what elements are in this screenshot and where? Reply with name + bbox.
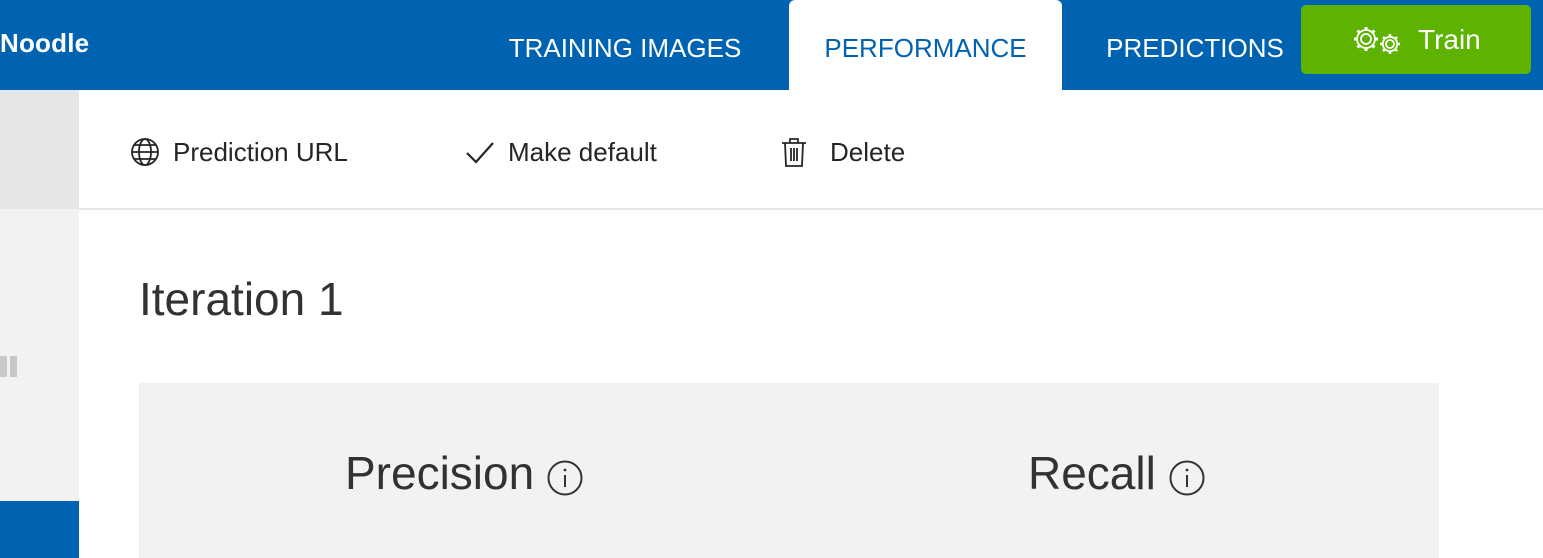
info-icon[interactable] [1168, 459, 1206, 497]
train-button-label: Train [1418, 24, 1481, 55]
checkmark-icon [466, 142, 494, 164]
info-icon[interactable] [546, 459, 584, 497]
toolbar-divider [79, 208, 1543, 210]
metrics-panel [139, 383, 1439, 558]
left-rail-selected-item[interactable] [0, 501, 79, 558]
train-button[interactable]: Train [1301, 5, 1531, 74]
top-navigation-bar: Noodle TRAINING IMAGES PERFORMANCE PREDI… [0, 0, 1543, 90]
make-default-button[interactable]: Make default [464, 132, 657, 172]
precision-label: Precision [345, 447, 535, 499]
make-default-label: Make default [508, 136, 657, 167]
delete-label: Delete [830, 136, 906, 167]
prediction-url-label: Prediction URL [173, 136, 348, 167]
project-name: Noodle [0, 28, 90, 58]
collapse-handle-icon[interactable] [0, 356, 20, 377]
tab-training-images[interactable]: TRAINING IMAGES [500, 0, 750, 90]
tab-predictions[interactable]: PREDICTIONS [1100, 0, 1290, 90]
delete-button[interactable]: Delete [778, 132, 905, 172]
trash-icon [782, 138, 806, 167]
recall-label: Recall [1028, 447, 1156, 499]
iteration-title: Iteration 1 [139, 273, 344, 325]
recall-metric: Recall [1028, 440, 1206, 506]
tab-performance[interactable]: PERFORMANCE [789, 0, 1062, 90]
gears-icon [1354, 27, 1400, 54]
left-rail-header [0, 90, 79, 209]
prediction-url-button[interactable]: Prediction URL [129, 132, 348, 172]
left-rail [0, 209, 79, 501]
globe-icon [131, 138, 159, 166]
precision-metric: Precision [345, 440, 584, 506]
